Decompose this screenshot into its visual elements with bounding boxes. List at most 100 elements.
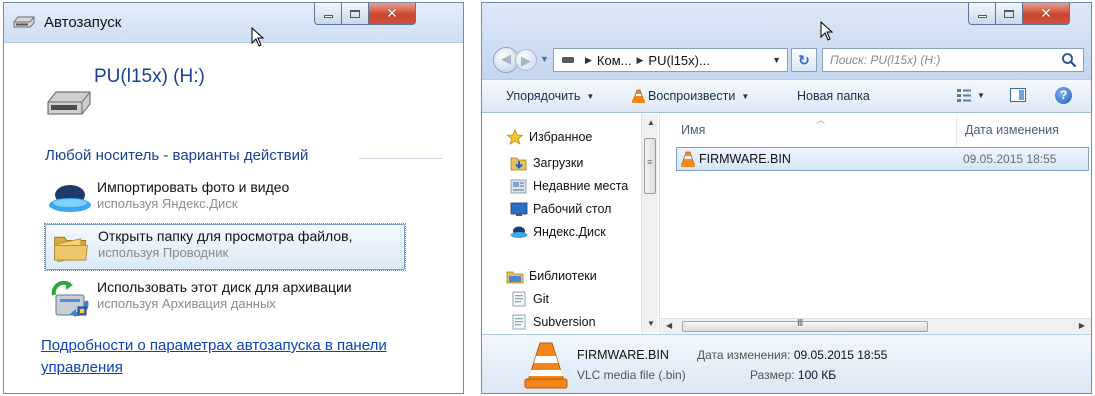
breadcrumb-drive[interactable]: PU(l15x)... xyxy=(648,53,709,68)
nav-downloads[interactable]: Загрузки xyxy=(510,155,583,171)
details-size-value: 100 КБ xyxy=(797,368,837,382)
autoplay-settings-link[interactable]: Подробности о параметрах автозапуска в п… xyxy=(41,335,436,379)
nav-label: Git xyxy=(533,292,549,306)
recent-pages-dropdown-icon[interactable]: ▼ xyxy=(540,54,549,64)
drive-name: PU(l15x) (H:) xyxy=(94,66,205,87)
desktop-icon xyxy=(510,202,528,216)
nav-label: Яндекс.Диск xyxy=(533,225,606,239)
search-icon[interactable] xyxy=(1061,52,1077,68)
preview-pane-icon[interactable] xyxy=(1010,88,1026,102)
column-header-name[interactable]: Имя xyxy=(681,123,705,137)
action-title: Открыть папку для просмотра файлов, xyxy=(98,228,353,244)
document-library-icon xyxy=(512,314,526,330)
explorer-window: ✕ ◀ ▶ ▼ ▶ Ком... ▶ PU(l15x)... ▼ ↻ Поиск… xyxy=(481,2,1092,394)
minimize-button[interactable] xyxy=(314,3,342,25)
nav-libraries[interactable]: Библиотеки xyxy=(506,268,597,284)
horizontal-scrollbar[interactable]: ◀ III ▶ xyxy=(660,318,1091,334)
details-file-name: FIRMWARE.BIN xyxy=(577,348,669,362)
organize-label: Упорядочить xyxy=(506,89,581,103)
vlc-cone-icon xyxy=(681,151,695,167)
window-title: Автозапуск xyxy=(44,14,122,31)
scrollbar-thumb[interactable]: III xyxy=(682,318,928,332)
refresh-icon: ↻ xyxy=(798,52,810,68)
action-open-folder[interactable]: Открыть папку для просмотра файлов, испо… xyxy=(44,223,406,271)
nav-recent-places[interactable]: Недавние места xyxy=(510,178,628,194)
column-separator[interactable] xyxy=(956,116,957,150)
scroll-up-icon[interactable]: ▲ xyxy=(647,118,655,127)
file-row[interactable]: FIRMWARE.BIN 09.05.2015 18:55 xyxy=(676,147,1089,171)
nav-desktop[interactable]: Рабочий стол xyxy=(510,201,611,217)
chevron-down-icon: ▼ xyxy=(977,90,985,100)
maximize-button[interactable] xyxy=(342,3,369,25)
close-button[interactable]: ✕ xyxy=(1023,3,1070,25)
help-icon[interactable]: ? xyxy=(1055,87,1072,104)
command-bar: Упорядочить ▼ Воспроизвести ▼ Новая папк… xyxy=(482,79,1091,113)
maximize-icon xyxy=(1004,9,1014,18)
breadcrumb-separator-icon[interactable]: ▶ xyxy=(585,55,592,66)
nav-label: Библиотеки xyxy=(529,269,597,283)
close-icon: ✕ xyxy=(386,5,398,22)
vlc-cone-icon xyxy=(632,89,645,103)
removable-drive-icon xyxy=(47,91,91,115)
mouse-cursor-icon xyxy=(251,27,265,47)
nav-label: Недавние места xyxy=(533,179,629,193)
refresh-button[interactable]: ↻ xyxy=(791,48,817,72)
address-bar[interactable]: ▶ Ком... ▶ PU(l15x)... ▼ xyxy=(553,48,788,72)
autoplay-window: Автозапуск ✕ PU(l15x) (H:) Любой носител… xyxy=(3,2,464,394)
vlc-cone-icon xyxy=(524,342,568,389)
details-pane: FIRMWARE.BIN VLC media file (.bin) Дата … xyxy=(482,334,1091,393)
drive-icon xyxy=(562,57,574,63)
breadcrumb-computer[interactable]: Ком... xyxy=(597,53,632,68)
organize-button[interactable]: Упорядочить ▼ xyxy=(506,89,594,103)
play-label: Воспроизвести xyxy=(648,89,736,103)
nav-label: Subversion xyxy=(533,315,596,329)
action-backup[interactable]: Использовать этот диск для архивации исп… xyxy=(44,275,406,323)
star-icon xyxy=(506,129,524,145)
search-input[interactable]: Поиск: PU(l15x) (H:) xyxy=(822,48,1084,72)
navigation-pane: Избранное Загрузки Недавние места Рабочи… xyxy=(482,114,661,332)
grip-glyph: III xyxy=(797,318,803,329)
nav-yandex-disk[interactable]: Яндекс.Диск xyxy=(510,224,606,240)
new-folder-button[interactable]: Новая папка xyxy=(797,89,870,103)
nav-subversion[interactable]: Subversion xyxy=(510,314,596,330)
details-size: Размер: 100 КБ xyxy=(750,368,836,382)
caption-buttons: ✕ xyxy=(314,3,416,25)
nav-favorites[interactable]: Избранное xyxy=(506,129,592,145)
forward-button[interactable]: ▶ xyxy=(515,49,537,71)
nav-git[interactable]: Git xyxy=(510,291,549,307)
action-subtitle: используя Проводник xyxy=(98,245,229,260)
breadcrumb: ▶ Ком... ▶ PU(l15x)... xyxy=(580,53,710,68)
autoplay-titlebar[interactable]: Автозапуск ✕ xyxy=(4,3,463,43)
scroll-left-icon[interactable]: ◀ xyxy=(666,321,672,330)
recent-places-icon xyxy=(510,179,527,194)
mouse-cursor-icon xyxy=(820,21,834,41)
new-folder-label: Новая папка xyxy=(797,89,870,103)
details-file-type: VLC media file (.bin) xyxy=(577,368,686,382)
breadcrumb-separator-icon[interactable]: ▶ xyxy=(637,55,644,66)
scroll-down-icon[interactable]: ▼ xyxy=(647,319,655,328)
chevron-down-icon: ▼ xyxy=(741,91,750,101)
play-button[interactable]: Воспроизвести ▼ xyxy=(632,89,749,103)
minimize-button[interactable] xyxy=(968,3,996,25)
action-title: Использовать этот диск для архивации xyxy=(97,279,352,295)
address-history-dropdown-icon[interactable]: ▼ xyxy=(772,55,781,65)
maximize-icon xyxy=(350,9,360,18)
search-placeholder: Поиск: PU(l15x) (H:) xyxy=(830,53,941,67)
navigation-scrollbar[interactable]: ▲ ▼ xyxy=(641,114,658,332)
details-modified-label: Дата изменения: xyxy=(697,348,791,362)
close-icon: ✕ xyxy=(1040,5,1052,22)
view-options-icon xyxy=(957,89,971,102)
column-header-modified[interactable]: Дата изменения xyxy=(965,123,1059,137)
close-button[interactable]: ✕ xyxy=(369,3,416,25)
action-import-photos[interactable]: Импортировать фото и видео используя Янд… xyxy=(44,175,406,223)
action-subtitle: используя Яндекс.Диск xyxy=(97,196,238,211)
nav-label: Рабочий стол xyxy=(533,202,612,216)
maximize-button[interactable] xyxy=(996,3,1023,25)
scroll-right-icon[interactable]: ▶ xyxy=(1079,321,1085,330)
file-modified: 09.05.2015 18:55 xyxy=(963,152,1057,166)
change-view-button[interactable]: ▼ xyxy=(956,88,985,102)
scrollbar-thumb[interactable] xyxy=(644,138,656,194)
file-list: ︿ Имя Дата изменения FIRMWARE.BIN 09.05.… xyxy=(660,114,1091,332)
folder-icon xyxy=(54,236,88,263)
libraries-icon xyxy=(506,271,524,284)
